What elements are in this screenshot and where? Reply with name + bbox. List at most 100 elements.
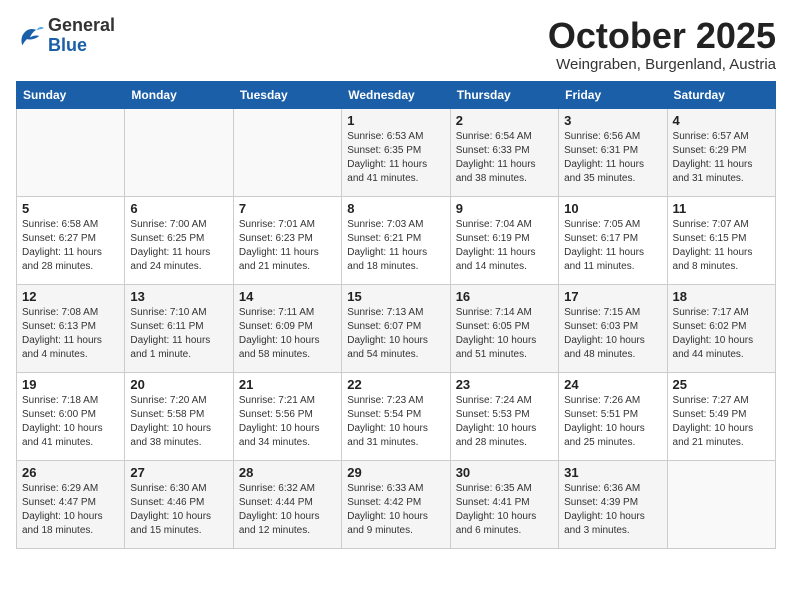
calendar-cell: 8Sunrise: 7:03 AM Sunset: 6:21 PM Daylig… (342, 196, 450, 284)
day-number: 3 (564, 113, 661, 128)
calendar-table: SundayMondayTuesdayWednesdayThursdayFrid… (16, 81, 776, 549)
calendar-cell: 15Sunrise: 7:13 AM Sunset: 6:07 PM Dayli… (342, 284, 450, 372)
weekday-header-friday: Friday (559, 81, 667, 108)
day-number: 20 (130, 377, 227, 392)
calendar-cell: 12 Sunrise: 7:08 AM Sunset: 6:13 PM Dayli… (17, 284, 125, 372)
weekday-header-sunday: Sunday (17, 81, 125, 108)
calendar-cell: 21 Sunrise: 7:21 AM Sunset: 5:56 PM Dayli… (233, 372, 341, 460)
day-info: Sunrise: 7:08 AM Sunset: 6:13 PM Dayligh… (22, 306, 119, 362)
day-number: 8 (347, 201, 444, 216)
calendar-cell: 23 Sunrise: 7:24 AM Sunset: 5:53 PM Dayli… (450, 372, 558, 460)
calendar-week-2: 5Sunrise: 6:58 AM Sunset: 6:27 PM Daylig… (17, 196, 776, 284)
day-number: 18 (673, 289, 770, 304)
day-info: Sunrise: 7:05 AM Sunset: 6:17 PM Dayligh… (564, 218, 661, 274)
weekday-header-wednesday: Wednesday (342, 81, 450, 108)
weekday-header-row: SundayMondayTuesdayWednesdayThursdayFrid… (17, 81, 776, 108)
logo: General Blue (16, 16, 115, 56)
weekday-header-thursday: Thursday (450, 81, 558, 108)
day-info: Sunrise: 6:30 AM Sunset: 4:46 PM Dayligh… (130, 482, 227, 538)
day-number: 14 (239, 289, 336, 304)
logo-general: General (48, 15, 115, 35)
day-info: Sunrise: 6:36 AM Sunset: 4:39 PM Dayligh… (564, 482, 661, 538)
day-number: 9 (456, 201, 553, 216)
day-number: 19 (22, 377, 119, 392)
calendar-cell: 16 Sunrise: 7:14 AM Sunset: 6:05 PM Dayli… (450, 284, 558, 372)
day-info: Sunrise: 7:20 AM Sunset: 5:58 PM Dayligh… (130, 394, 227, 450)
logo-bird-icon (16, 22, 44, 50)
day-number: 4 (673, 113, 770, 128)
calendar-cell: 7Sunrise: 7:01 AM Sunset: 6:23 PM Daylig… (233, 196, 341, 284)
day-number: 23 (456, 377, 553, 392)
calendar-cell: 6 Sunrise: 7:00 AM Sunset: 6:25 PM Daylig… (125, 196, 233, 284)
day-number: 1 (347, 113, 444, 128)
calendar-week-5: 26 Sunrise: 6:29 AM Sunset: 4:47 PM Dayli… (17, 460, 776, 548)
day-number: 12 (22, 289, 119, 304)
day-number: 29 (347, 465, 444, 480)
day-number: 31 (564, 465, 661, 480)
calendar-cell: 19 Sunrise: 7:18 AM Sunset: 6:00 PM Dayli… (17, 372, 125, 460)
day-info: Sunrise: 7:21 AM Sunset: 5:56 PM Dayligh… (239, 394, 336, 450)
day-number: 11 (673, 201, 770, 216)
calendar-cell: 9 Sunrise: 7:04 AM Sunset: 6:19 PM Daylig… (450, 196, 558, 284)
day-number: 30 (456, 465, 553, 480)
weekday-header-monday: Monday (125, 81, 233, 108)
day-number: 27 (130, 465, 227, 480)
page-header: General Blue October 2025 Weingraben, Bu… (16, 16, 776, 73)
day-info: Sunrise: 7:00 AM Sunset: 6:25 PM Dayligh… (130, 218, 227, 274)
calendar-cell: 1 Sunrise: 6:53 AM Sunset: 6:35 PM Daylig… (342, 108, 450, 196)
day-number: 21 (239, 377, 336, 392)
day-number: 6 (130, 201, 227, 216)
day-info: Sunrise: 7:15 AM Sunset: 6:03 PM Dayligh… (564, 306, 661, 362)
day-number: 2 (456, 113, 553, 128)
day-info: Sunrise: 7:14 AM Sunset: 6:05 PM Dayligh… (456, 306, 553, 362)
day-info: Sunrise: 6:58 AM Sunset: 6:27 PM Dayligh… (22, 218, 119, 274)
day-info: Sunrise: 6:57 AM Sunset: 6:29 PM Dayligh… (673, 130, 770, 186)
calendar-cell: 11Sunrise: 7:07 AM Sunset: 6:15 PM Dayli… (667, 196, 775, 284)
calendar-cell: 2 Sunrise: 6:54 AM Sunset: 6:33 PM Daylig… (450, 108, 558, 196)
weekday-header-tuesday: Tuesday (233, 81, 341, 108)
day-number: 10 (564, 201, 661, 216)
location: Weingraben, Burgenland, Austria (548, 56, 776, 73)
calendar-cell: 17 Sunrise: 7:15 AM Sunset: 6:03 PM Dayli… (559, 284, 667, 372)
day-info: Sunrise: 6:54 AM Sunset: 6:33 PM Dayligh… (456, 130, 553, 186)
calendar-cell (17, 108, 125, 196)
title-block: October 2025 Weingraben, Burgenland, Aus… (548, 16, 776, 73)
day-number: 16 (456, 289, 553, 304)
calendar-cell: 18 Sunrise: 7:17 AM Sunset: 6:02 PM Dayli… (667, 284, 775, 372)
day-info: Sunrise: 7:24 AM Sunset: 5:53 PM Dayligh… (456, 394, 553, 450)
calendar-cell: 28Sunrise: 6:32 AM Sunset: 4:44 PM Dayli… (233, 460, 341, 548)
calendar-week-3: 12 Sunrise: 7:08 AM Sunset: 6:13 PM Dayli… (17, 284, 776, 372)
calendar-cell: 26 Sunrise: 6:29 AM Sunset: 4:47 PM Dayli… (17, 460, 125, 548)
calendar-cell: 13 Sunrise: 7:10 AM Sunset: 6:11 PM Dayli… (125, 284, 233, 372)
calendar-cell: 5Sunrise: 6:58 AM Sunset: 6:27 PM Daylig… (17, 196, 125, 284)
calendar-cell: 10 Sunrise: 7:05 AM Sunset: 6:17 PM Dayli… (559, 196, 667, 284)
calendar-cell: 29 Sunrise: 6:33 AM Sunset: 4:42 PM Dayli… (342, 460, 450, 548)
day-info: Sunrise: 7:17 AM Sunset: 6:02 PM Dayligh… (673, 306, 770, 362)
day-number: 15 (347, 289, 444, 304)
day-info: Sunrise: 6:56 AM Sunset: 6:31 PM Dayligh… (564, 130, 661, 186)
day-number: 17 (564, 289, 661, 304)
day-info: Sunrise: 7:27 AM Sunset: 5:49 PM Dayligh… (673, 394, 770, 450)
day-number: 24 (564, 377, 661, 392)
calendar-cell: 27 Sunrise: 6:30 AM Sunset: 4:46 PM Dayli… (125, 460, 233, 548)
day-info: Sunrise: 6:33 AM Sunset: 4:42 PM Dayligh… (347, 482, 444, 538)
day-info: Sunrise: 6:53 AM Sunset: 6:35 PM Dayligh… (347, 130, 444, 186)
calendar-week-1: 1 Sunrise: 6:53 AM Sunset: 6:35 PM Daylig… (17, 108, 776, 196)
day-number: 28 (239, 465, 336, 480)
day-info: Sunrise: 7:04 AM Sunset: 6:19 PM Dayligh… (456, 218, 553, 274)
calendar-cell: 4 Sunrise: 6:57 AM Sunset: 6:29 PM Daylig… (667, 108, 775, 196)
day-number: 13 (130, 289, 227, 304)
day-info: Sunrise: 6:29 AM Sunset: 4:47 PM Dayligh… (22, 482, 119, 538)
calendar-cell: 25Sunrise: 7:27 AM Sunset: 5:49 PM Dayli… (667, 372, 775, 460)
logo-blue: Blue (48, 35, 87, 55)
day-number: 7 (239, 201, 336, 216)
day-info: Sunrise: 7:10 AM Sunset: 6:11 PM Dayligh… (130, 306, 227, 362)
calendar-cell: 24 Sunrise: 7:26 AM Sunset: 5:51 PM Dayli… (559, 372, 667, 460)
day-info: Sunrise: 7:11 AM Sunset: 6:09 PM Dayligh… (239, 306, 336, 362)
calendar-cell: 30Sunrise: 6:35 AM Sunset: 4:41 PM Dayli… (450, 460, 558, 548)
day-number: 26 (22, 465, 119, 480)
calendar-cell: 3 Sunrise: 6:56 AM Sunset: 6:31 PM Daylig… (559, 108, 667, 196)
day-info: Sunrise: 7:26 AM Sunset: 5:51 PM Dayligh… (564, 394, 661, 450)
calendar-cell (667, 460, 775, 548)
day-info: Sunrise: 7:18 AM Sunset: 6:00 PM Dayligh… (22, 394, 119, 450)
